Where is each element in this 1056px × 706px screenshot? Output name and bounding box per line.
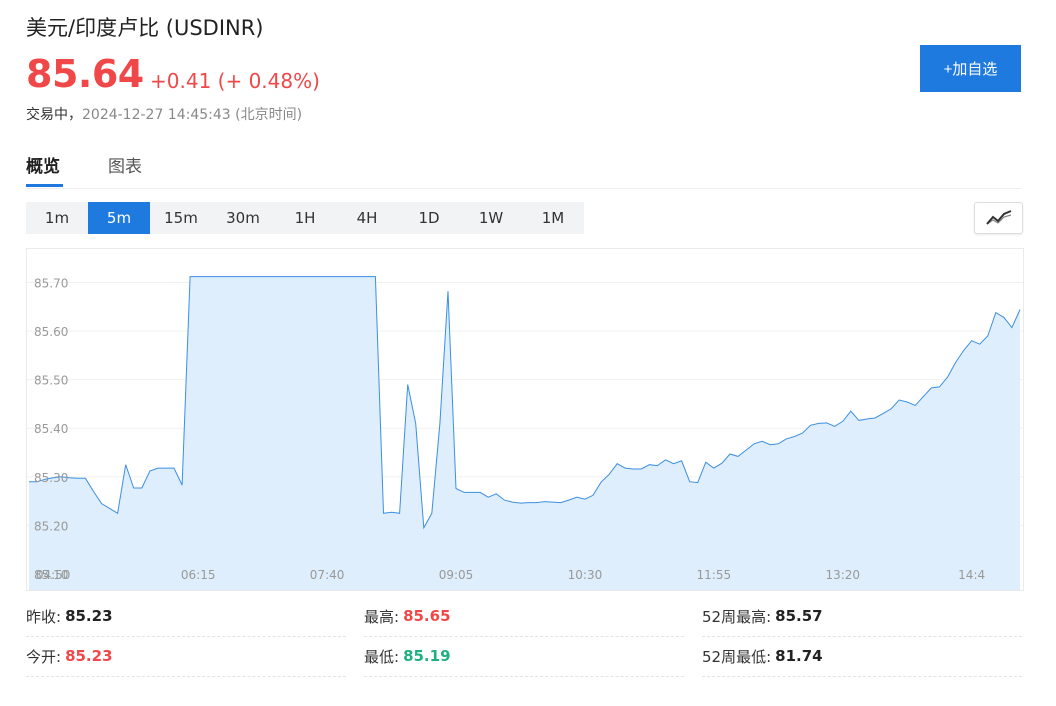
stat-52w-high: 52周最高: 85.57	[702, 596, 1022, 637]
interval-4h[interactable]: 4H	[336, 202, 398, 234]
tab-overview[interactable]: 概览	[26, 152, 60, 177]
stat-low: 最低: 85.19	[364, 636, 684, 677]
add-to-watchlist-button[interactable]: +加自选	[920, 45, 1021, 92]
x-tick-label: 11:55	[697, 568, 732, 582]
interval-1mo[interactable]: 1M	[522, 202, 584, 234]
x-tick-label: 09:05	[439, 568, 474, 582]
stat-label: 52周最高:	[702, 607, 772, 626]
price-chart[interactable]: 85.70 85.60 85.50 85.40 85.30 85.20 85.10 04:50…	[26, 248, 1024, 591]
price-chart-svg: 85.7085.6085.5085.4085.3085.2085.1004:50…	[27, 276, 1023, 590]
trade-datetime: 2024-12-27 14:45:43 (北京时间)	[82, 107, 303, 123]
y-tick-label: 85.70	[34, 276, 68, 290]
interval-1d[interactable]: 1D	[398, 202, 460, 234]
x-tick-label: 14:4	[958, 568, 985, 582]
stat-label: 最低:	[364, 647, 400, 666]
stat-value: 85.65	[403, 607, 451, 625]
price-change: +0.41 (+ 0.48%)	[150, 69, 320, 93]
stat-label: 最高:	[364, 607, 400, 626]
tab-bar: 概览 图表	[26, 150, 1021, 189]
x-tick-label: 04:50	[36, 568, 71, 582]
stat-value: 85.57	[775, 607, 823, 625]
stat-label: 今开:	[26, 647, 62, 666]
x-tick-label: 06:15	[181, 568, 216, 582]
y-tick-label: 85.50	[34, 374, 68, 388]
stat-52w-low: 52周最低: 81.74	[702, 636, 1022, 677]
stat-value: 81.74	[775, 647, 823, 665]
active-tab-indicator	[26, 184, 63, 187]
stat-label: 昨收:	[26, 607, 62, 626]
stat-label: 52周最低:	[702, 647, 772, 666]
trade-status: 交易中，2024-12-27 14:45:43 (北京时间)	[26, 104, 302, 124]
y-tick-label: 85.30	[34, 471, 68, 485]
y-tick-label: 85.40	[34, 422, 68, 436]
line-chart-icon	[985, 210, 1011, 225]
y-tick-label: 85.20	[34, 519, 68, 533]
trading-status-label: 交易中，	[26, 107, 82, 123]
interval-5m[interactable]: 5m	[88, 202, 150, 234]
y-tick-label: 85.60	[34, 325, 68, 339]
price-area	[29, 276, 1020, 590]
interval-30m[interactable]: 30m	[212, 202, 274, 234]
x-tick-label: 07:40	[310, 568, 345, 582]
stat-value: 85.23	[65, 607, 113, 625]
chart-type-button[interactable]	[974, 202, 1023, 234]
stat-high: 最高: 85.65	[364, 596, 684, 637]
stat-value: 85.23	[65, 647, 113, 665]
interval-selector: 1m 5m 15m 30m 1H 4H 1D 1W 1M	[26, 202, 584, 234]
stat-prev-close: 昨收: 85.23	[26, 596, 346, 637]
interval-1w[interactable]: 1W	[460, 202, 522, 234]
stat-open: 今开: 85.23	[26, 636, 346, 677]
interval-15m[interactable]: 15m	[150, 202, 212, 234]
x-tick-label: 13:20	[825, 568, 860, 582]
interval-1h[interactable]: 1H	[274, 202, 336, 234]
x-tick-label: 10:30	[568, 568, 603, 582]
tab-chart[interactable]: 图表	[108, 152, 142, 177]
page-title: 美元/印度卢比 (USDINR)	[26, 16, 264, 40]
current-price: 85.64	[26, 52, 144, 96]
interval-1m[interactable]: 1m	[26, 202, 88, 234]
stat-value: 85.19	[403, 647, 451, 665]
